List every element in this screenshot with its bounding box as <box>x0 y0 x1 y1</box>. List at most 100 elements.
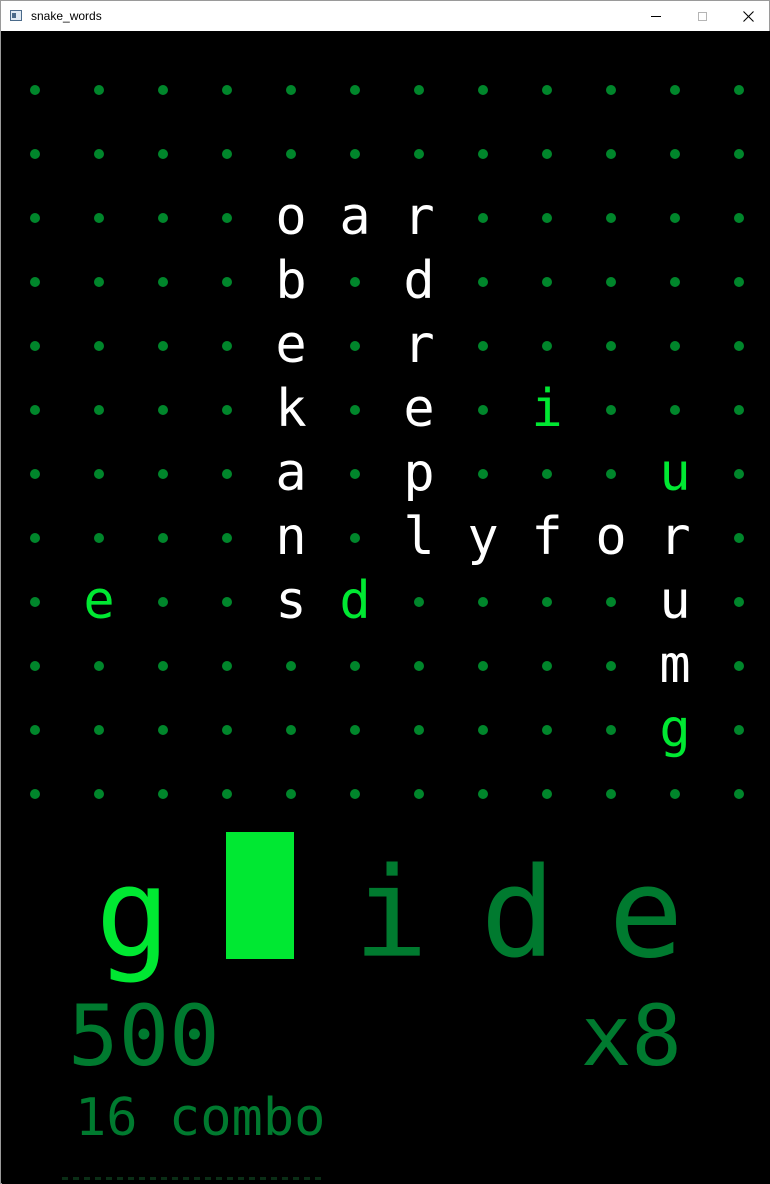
snake-letter: m <box>659 635 691 695</box>
grid-dot <box>414 725 424 735</box>
grid-dot <box>606 213 616 223</box>
input-cursor <box>226 832 294 959</box>
grid-dot <box>94 341 104 351</box>
grid-dot <box>670 341 680 351</box>
grid-dot <box>670 789 680 799</box>
grid-dot <box>670 277 680 287</box>
grid-dot <box>158 725 168 735</box>
pending-letter: d <box>480 842 556 986</box>
grid-dot <box>734 149 744 159</box>
grid-dot <box>670 85 680 95</box>
grid-dot <box>158 213 168 223</box>
grid-dot <box>158 85 168 95</box>
grid-dot <box>30 341 40 351</box>
snake-letter: r <box>659 507 691 567</box>
grid-dot <box>414 789 424 799</box>
grid-dot <box>606 789 616 799</box>
snake-letter: n <box>275 507 307 567</box>
grid-dot <box>350 149 360 159</box>
grid-dot <box>734 341 744 351</box>
grid-dot <box>542 469 552 479</box>
snake-letter: s <box>275 571 307 631</box>
app-window-icon <box>10 10 22 21</box>
grid-dot <box>478 341 488 351</box>
grid-dot <box>30 213 40 223</box>
grid-dot <box>734 533 744 543</box>
grid-dot <box>222 661 232 671</box>
grid-dot <box>222 533 232 543</box>
snake-letter: e <box>275 315 307 375</box>
grid-dot <box>94 405 104 415</box>
pending-letter: i <box>353 842 429 986</box>
grid-dot <box>286 85 296 95</box>
grid-dot <box>94 661 104 671</box>
grid-dot <box>30 85 40 95</box>
grid-dot <box>734 597 744 607</box>
pickup-letter: g <box>659 699 691 759</box>
pickup-letter: i <box>531 379 563 439</box>
title-bar[interactable]: snake_words <box>1 1 769 31</box>
pickup-letter: d <box>339 571 371 631</box>
grid-dot <box>606 149 616 159</box>
pending-letter: e <box>608 842 684 986</box>
snake-letter: a <box>339 187 371 247</box>
grid-dot <box>734 789 744 799</box>
grid-dot <box>286 725 296 735</box>
grid-dot <box>478 597 488 607</box>
snake-letter: e <box>403 379 435 439</box>
grid-dot <box>606 597 616 607</box>
grid-dot <box>30 149 40 159</box>
snake-letter: l <box>403 507 435 567</box>
grid-dot <box>734 213 744 223</box>
grid-dot <box>478 277 488 287</box>
grid-dot <box>606 725 616 735</box>
minimize-button[interactable] <box>633 1 679 31</box>
grid-dot <box>606 277 616 287</box>
grid-dot <box>222 341 232 351</box>
snake-letter: o <box>275 187 307 247</box>
snake-letter: b <box>275 251 307 311</box>
grid-dot <box>158 661 168 671</box>
close-button[interactable] <box>725 1 770 31</box>
grid-dot <box>606 85 616 95</box>
grid-dot <box>414 149 424 159</box>
grid-dot <box>478 149 488 159</box>
grid-dot <box>222 597 232 607</box>
grid-dot <box>30 469 40 479</box>
game-window: snake_words oarbderkeiapunlyforesdumg gi… <box>0 0 770 1184</box>
grid-dot <box>158 597 168 607</box>
grid-dot <box>222 405 232 415</box>
maximize-button[interactable] <box>679 1 725 31</box>
grid-dot <box>94 533 104 543</box>
grid-dot <box>734 661 744 671</box>
grid-dot <box>478 85 488 95</box>
grid-dot <box>606 661 616 671</box>
typed-letter: g <box>95 842 171 986</box>
pickup-letter: u <box>659 443 691 503</box>
snake-letter: r <box>403 315 435 375</box>
grid-dot <box>30 277 40 287</box>
grid-dot <box>350 405 360 415</box>
minimize-icon <box>651 15 661 17</box>
game-canvas[interactable]: oarbderkeiapunlyforesdumg gide 500 x8 16… <box>2 31 770 1184</box>
maximize-icon <box>697 11 707 21</box>
grid-dot <box>350 661 360 671</box>
grid-dot <box>158 277 168 287</box>
grid-dot <box>350 469 360 479</box>
grid-dot <box>222 213 232 223</box>
score-value: 500 <box>68 987 220 1085</box>
grid-dot <box>350 85 360 95</box>
grid-dot <box>542 213 552 223</box>
grid-dot <box>542 661 552 671</box>
grid-dot <box>94 469 104 479</box>
grid-dot <box>350 789 360 799</box>
grid-dot <box>542 597 552 607</box>
grid-dot <box>670 405 680 415</box>
snake-letter: a <box>275 443 307 503</box>
grid-dot <box>734 277 744 287</box>
combo-counter: 16 combo <box>75 1088 326 1148</box>
grid-dot <box>542 341 552 351</box>
close-icon <box>742 10 754 22</box>
grid-dot <box>478 789 488 799</box>
grid-dot <box>158 533 168 543</box>
